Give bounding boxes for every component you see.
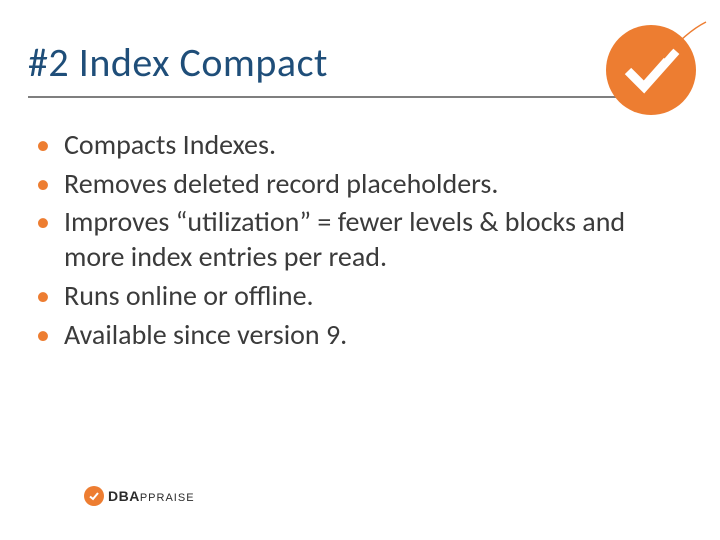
bullet-item: Improves “utilization” = fewer levels & …: [36, 205, 680, 274]
bullet-text: Available since version 9.: [64, 317, 347, 352]
bullet-item: Removes deleted record placeholders.: [36, 167, 680, 202]
brand-name-bold: DBA: [108, 488, 140, 504]
brand-name-light: PPRAISE: [140, 492, 195, 504]
bullet-item: Runs online or offline.: [36, 279, 680, 314]
bullet-item: Compacts Indexes.: [36, 128, 680, 163]
bullet-list: Compacts Indexes. Removes deleted record…: [36, 128, 680, 356]
brand-name: DBAPPRAISE: [108, 488, 195, 504]
bullet-item: Available since version 9.: [36, 318, 680, 353]
brand-logo-large: [606, 22, 702, 118]
bullet-text: Compacts Indexes.: [64, 127, 276, 162]
divider: [28, 96, 618, 98]
bullet-text: Runs online or offline.: [64, 278, 314, 313]
slide: #2 Index Compact Compacts Indexes. Remov…: [0, 0, 720, 540]
logo-disc-small: [84, 486, 104, 506]
bullet-text: Removes deleted record placeholders.: [64, 166, 498, 201]
brand-logo-small: DBAPPRAISE: [84, 486, 195, 506]
bullet-text: Improves “utilization” = fewer levels & …: [64, 204, 625, 274]
swoosh-icon: [662, 18, 708, 64]
slide-title: #2 Index Compact: [28, 38, 328, 87]
checkmark-icon: [88, 490, 100, 502]
